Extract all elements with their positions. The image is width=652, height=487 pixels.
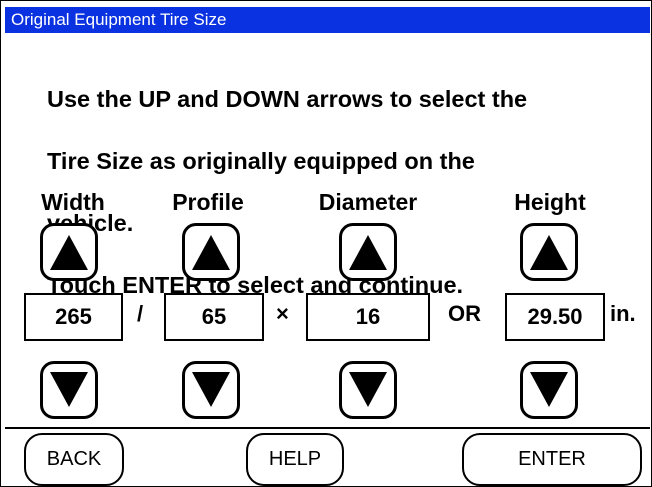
triangle-up-icon	[192, 235, 230, 270]
triangle-up-icon	[349, 235, 387, 270]
diameter-value[interactable]: 16	[306, 293, 430, 341]
triangle-up-icon	[530, 235, 568, 270]
triangle-down-icon	[530, 372, 568, 407]
back-button[interactable]: BACK	[24, 433, 124, 486]
width-value[interactable]: 265	[24, 293, 123, 341]
tire-size-window: Original Equipment Tire Size Use the UP …	[0, 0, 652, 487]
diameter-down-button[interactable]	[339, 361, 397, 419]
height-label: Height	[514, 189, 586, 215]
bottom-divider	[5, 427, 650, 429]
height-down-button[interactable]	[520, 361, 578, 419]
profile-up-button[interactable]	[182, 223, 240, 281]
width-up-button[interactable]	[40, 223, 98, 281]
height-value[interactable]: 29.50	[505, 293, 605, 341]
diameter-up-button[interactable]	[339, 223, 397, 281]
profile-value[interactable]: 65	[164, 293, 264, 341]
triangle-down-icon	[349, 372, 387, 407]
instruction-line-1: Use the UP and DOWN arrows to select the	[47, 86, 528, 112]
instruction-line-2: Tire Size as originally equipped on the	[47, 148, 475, 174]
triangle-down-icon	[192, 372, 230, 407]
slash-separator: /	[137, 301, 144, 326]
width-down-button[interactable]	[40, 361, 98, 419]
enter-button[interactable]: ENTER	[462, 433, 642, 486]
profile-label: Profile	[172, 189, 244, 215]
diameter-label: Diameter	[318, 189, 418, 215]
times-separator: ×	[276, 301, 289, 326]
unit-label: in.	[610, 301, 636, 326]
triangle-down-icon	[50, 372, 88, 407]
window-title: Original Equipment Tire Size	[5, 7, 650, 33]
triangle-up-icon	[50, 235, 88, 270]
height-up-button[interactable]	[520, 223, 578, 281]
width-label: Width	[41, 189, 105, 215]
help-button[interactable]: HELP	[246, 433, 344, 486]
or-label: OR	[448, 301, 481, 326]
profile-down-button[interactable]	[182, 361, 240, 419]
